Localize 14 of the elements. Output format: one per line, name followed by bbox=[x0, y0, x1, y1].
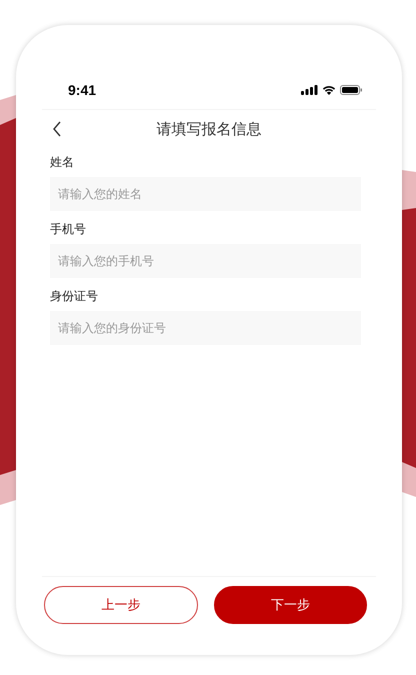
input-field[interactable]: 请输入您的姓名 bbox=[50, 177, 361, 211]
signal-icon bbox=[301, 85, 318, 95]
field-label: 手机号 bbox=[50, 221, 87, 238]
previous-button[interactable]: 上一步 bbox=[44, 586, 198, 624]
back-icon[interactable] bbox=[52, 121, 62, 137]
battery-icon bbox=[340, 85, 362, 95]
field-label: 姓名 bbox=[50, 154, 75, 171]
next-button[interactable]: 下一步 bbox=[214, 586, 367, 624]
field-label: 身份证号 bbox=[50, 288, 99, 305]
status-time: 9:41 bbox=[68, 82, 96, 98]
wifi-icon bbox=[322, 85, 336, 95]
input-field[interactable]: 请输入您的手机号 bbox=[50, 244, 361, 278]
input-field[interactable]: 请输入您的身份证号 bbox=[50, 311, 361, 345]
page-title: 请填写报名信息 bbox=[156, 120, 262, 138]
